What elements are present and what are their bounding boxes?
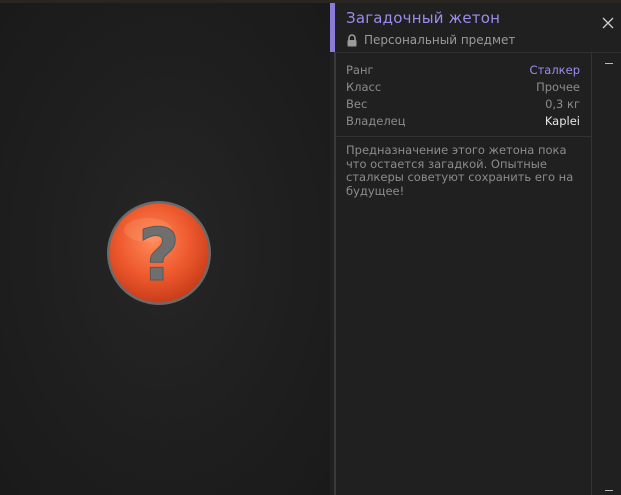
- stat-label: Вес: [346, 97, 368, 111]
- item-subtitle: Персональный предмет: [346, 33, 515, 47]
- scrollbar-top-marker[interactable]: [605, 63, 613, 64]
- item-description: Предназначение этого жетона пока что ост…: [346, 143, 574, 198]
- lock-icon: [346, 33, 358, 47]
- stat-row-weight: Вес 0,3 кг: [346, 96, 580, 113]
- item-info-panel: Загадочный жетон Персональный предмет Ра…: [330, 3, 621, 495]
- stat-row-class: Класс Прочее: [346, 79, 580, 96]
- stat-label: Класс: [346, 80, 382, 94]
- stat-value-owner: Kaplei: [544, 114, 580, 128]
- accent-bar: [330, 3, 335, 52]
- svg-text:?: ?: [138, 213, 180, 297]
- stat-label: Ранг: [346, 63, 374, 77]
- stats-divider: [336, 136, 591, 137]
- item-stats: Ранг Сталкер Класс Прочее Вес 0,3 кг Вла…: [346, 62, 580, 130]
- stat-value-rank: Сталкер: [529, 63, 580, 77]
- stat-value-class: Прочее: [536, 80, 580, 94]
- question-mark-token-icon: ?: [106, 200, 212, 306]
- item-title: Загадочный жетон: [346, 9, 501, 27]
- panel-divider: [334, 52, 336, 495]
- close-icon[interactable]: [601, 15, 615, 29]
- item-image-panel: ?: [0, 3, 330, 495]
- scrollbar-bottom-marker[interactable]: [605, 490, 613, 491]
- scrollbar-track[interactable]: [591, 52, 592, 495]
- header-divider: [335, 52, 621, 53]
- item-viewer: ? Загадочный жетон Персональный предмет: [0, 0, 621, 495]
- stat-row-rank: Ранг Сталкер: [346, 62, 580, 79]
- stat-row-owner: Владелец Kaplei: [346, 113, 580, 130]
- item-subtitle-text: Персональный предмет: [364, 33, 516, 47]
- stat-value-weight: 0,3 кг: [545, 97, 580, 111]
- stat-label: Владелец: [346, 114, 406, 128]
